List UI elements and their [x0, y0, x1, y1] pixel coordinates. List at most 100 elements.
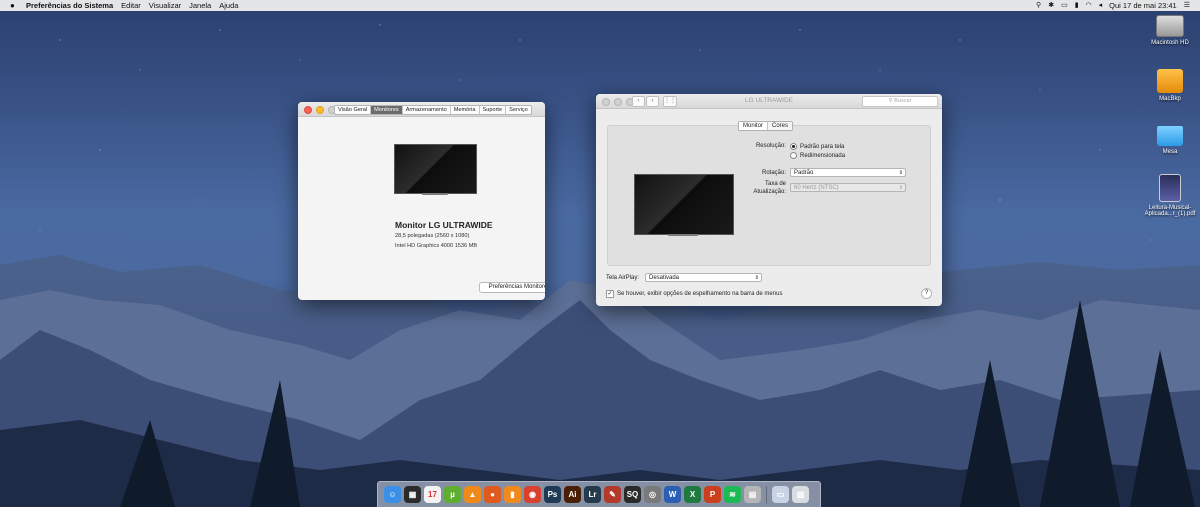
dock-firefox-icon[interactable]: ●	[484, 486, 501, 503]
refresh-label-2: Atualização:	[753, 189, 786, 195]
prefs-titlebar[interactable]: ‹ › ⋮⋮ LG ULTRAWIDE ⚲ Buscar	[596, 94, 942, 109]
resolution-option-scaled[interactable]: Redimensionada	[790, 152, 845, 159]
tab-storage[interactable]: Armazenamento	[401, 106, 450, 114]
search-icon: ⚲	[888, 98, 893, 104]
dock-finder-icon[interactable]: ☺	[384, 486, 401, 503]
hard-drive-icon	[1156, 15, 1184, 37]
about-tabs: Visão Geral Monitores Armazenamento Memó…	[334, 105, 532, 115]
dock-ibooks-icon[interactable]: ▮	[504, 486, 521, 503]
desktop-icon-label: MacBkp	[1159, 96, 1181, 102]
tab-colors[interactable]: Cores	[767, 122, 793, 130]
spotlight-icon[interactable]: ⚲	[1036, 0, 1041, 11]
dock-downloads-icon[interactable]: ▭	[772, 486, 789, 503]
menu-window[interactable]: Janela	[189, 1, 211, 10]
menu-edit[interactable]: Editar	[121, 1, 141, 10]
help-button[interactable]: ?	[921, 288, 932, 299]
settings-pane: Resolução: Padrão para tela Redimensiona…	[607, 125, 931, 266]
tab-service[interactable]: Serviço	[505, 106, 531, 114]
dock-scrivener-icon[interactable]: ✎	[604, 486, 621, 503]
tab-displays[interactable]: Monitores	[370, 106, 402, 114]
dock-separator	[766, 485, 767, 504]
airplay-value: Desativada	[649, 275, 680, 281]
menu-clock[interactable]: Qui 17 de mai 23:41	[1109, 1, 1177, 10]
monitor-name: Monitor LG ULTRAWIDE	[395, 220, 493, 230]
display-preferences-window: ‹ › ⋮⋮ LG ULTRAWIDE ⚲ Buscar Resolução: …	[596, 94, 942, 306]
mirroring-option[interactable]: ✓ Se houver, exibir opções de espelhamen…	[606, 290, 782, 298]
refresh-label-1: Taxa de	[764, 181, 786, 187]
desktop-icon-pdf[interactable]: Leitura-Musical-Aplicada...r_(1).pdf	[1140, 174, 1200, 217]
display-preferences-button[interactable]: Preferências Monitores...	[479, 282, 545, 293]
desktop-icon-macbkp[interactable]: MacBkp	[1140, 69, 1200, 102]
wifi-icon[interactable]: ◠	[1086, 0, 1092, 11]
external-drive-icon	[1157, 69, 1183, 93]
dock-lightroom-icon[interactable]: Lr	[584, 486, 601, 503]
desktop-icon-label: Mesa	[1162, 149, 1178, 155]
radio-label: Padrão para tela	[800, 143, 845, 150]
tab-monitor[interactable]: Monitor	[739, 122, 768, 130]
radio-button[interactable]	[790, 143, 797, 150]
monitor-image	[394, 144, 477, 194]
dock-word-icon[interactable]: W	[664, 486, 681, 503]
dock-trash-icon[interactable]: ▥	[792, 486, 809, 503]
airplay-icon[interactable]: ▭	[1061, 0, 1068, 11]
select-arrows-icon: ⇕	[754, 275, 759, 281]
pdf-file-icon	[1159, 174, 1181, 202]
close-button[interactable]	[304, 106, 312, 114]
dock-preview-icon[interactable]: ▤	[744, 486, 761, 503]
menu-view[interactable]: Visualizar	[149, 1, 181, 10]
dock: ☺ ▦ 17 µ ▲ ● ▮ ◉ Ps Ai Lr ✎ SQ ◎ W X P ≋ ▤ ▭ ▥	[377, 481, 821, 507]
dock-sq-app-icon[interactable]: SQ	[624, 486, 641, 503]
bluetooth-icon[interactable]: ✱	[1048, 0, 1054, 11]
rotation-select[interactable]: Padrão ⇕	[790, 168, 906, 177]
apple-menu-icon[interactable]: ●	[10, 1, 22, 10]
dock-disk-utility-icon[interactable]: ◎	[644, 486, 661, 503]
dock-photoshop-icon[interactable]: Ps	[544, 486, 561, 503]
mirroring-label: Se houver, exibir opções de espelhamento…	[617, 291, 783, 297]
dock-spotify-icon[interactable]: ≋	[724, 486, 741, 503]
minimize-button[interactable]	[316, 106, 324, 114]
menu-app-name[interactable]: Preferências do Sistema	[26, 1, 113, 10]
resolution-label: Resolução:	[755, 143, 786, 149]
monitor-stand	[422, 193, 448, 195]
radio-label: Redimensionada	[800, 152, 846, 159]
airplay-select[interactable]: Desativada ⇕	[645, 273, 762, 282]
search-input[interactable]: ⚲ Buscar	[862, 96, 938, 107]
dock-chrome-icon[interactable]: ◉	[524, 486, 541, 503]
status-area: ⚲ ✱ ▭ ▮ ◠ ◂ Qui 17 de mai 23:41 ☰	[1036, 0, 1190, 11]
desktop-icon-mesa[interactable]: Mesa	[1140, 126, 1200, 155]
select-arrows-icon: ⇕	[898, 185, 903, 191]
resolution-option-default[interactable]: Padrão para tela	[790, 143, 844, 150]
folder-icon	[1157, 126, 1183, 146]
mirroring-checkbox[interactable]: ✓	[606, 290, 614, 298]
tab-support[interactable]: Suporte	[478, 106, 506, 114]
rotation-label: Rotação:	[761, 170, 786, 176]
radio-button[interactable]	[790, 152, 797, 159]
dock-utorrent-icon[interactable]: µ	[444, 486, 461, 503]
monitor-image	[634, 174, 734, 235]
dock-calendar-icon[interactable]: 17	[424, 486, 441, 503]
menu-help[interactable]: Ajuda	[219, 1, 238, 10]
volume-icon[interactable]: ◂	[1099, 0, 1103, 11]
about-titlebar[interactable]: Visão Geral Monitores Armazenamento Memó…	[298, 102, 545, 117]
user-icon[interactable]: ☰	[1184, 0, 1190, 11]
tab-overview[interactable]: Visão Geral	[335, 106, 370, 114]
dock-excel-icon[interactable]: X	[684, 486, 701, 503]
search-placeholder: Buscar	[894, 98, 912, 104]
desktop-icon-macintosh-hd[interactable]: Macintosh HD	[1140, 15, 1200, 46]
tab-memory[interactable]: Memória	[449, 106, 479, 114]
dock-illustrator-icon[interactable]: Ai	[564, 486, 581, 503]
rotation-value: Padrão	[794, 170, 814, 176]
desktop-icon-label: Macintosh HD	[1151, 40, 1189, 46]
monitor-stand	[668, 234, 698, 236]
menu-bar: ● Preferências do Sistema Editar Visuali…	[0, 0, 1200, 11]
dock-vlc-icon[interactable]: ▲	[464, 486, 481, 503]
airplay-label: Tela AirPlay:	[606, 275, 640, 281]
dock-powerpoint-icon[interactable]: P	[704, 486, 721, 503]
battery-icon[interactable]: ▮	[1075, 0, 1079, 11]
prefs-tabs: Monitor Cores	[738, 121, 794, 131]
graphics-info: Intel HD Graphics 4000 1536 MB	[395, 243, 478, 249]
dock-activity-monitor-icon[interactable]: ▦	[404, 486, 421, 503]
desktop-icon-label: Leitura-Musical-Aplicada...r_(1).pdf	[1144, 205, 1196, 217]
monitor-size: 28,5 polegadas (2560 x 1080)	[395, 233, 470, 239]
about-this-mac-window: Visão Geral Monitores Armazenamento Memó…	[298, 102, 545, 300]
